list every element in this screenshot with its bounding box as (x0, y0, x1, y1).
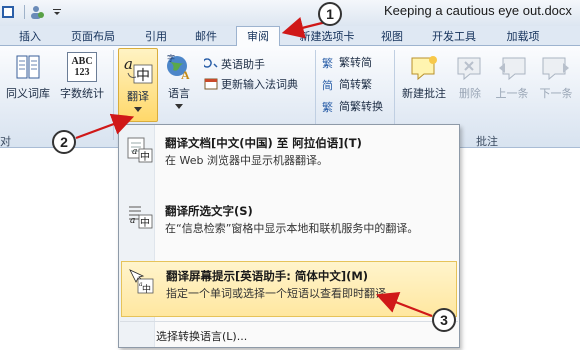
callout-two: 2 (52, 130, 76, 154)
arrow-to-translate-button (75, 113, 135, 140)
arrow-to-review-tab (281, 17, 327, 39)
arrow-to-screentip-item (375, 292, 433, 318)
callout-one: 1 (318, 2, 342, 26)
callout-three: 3 (432, 308, 456, 332)
annotation-arrows (75, 17, 433, 318)
